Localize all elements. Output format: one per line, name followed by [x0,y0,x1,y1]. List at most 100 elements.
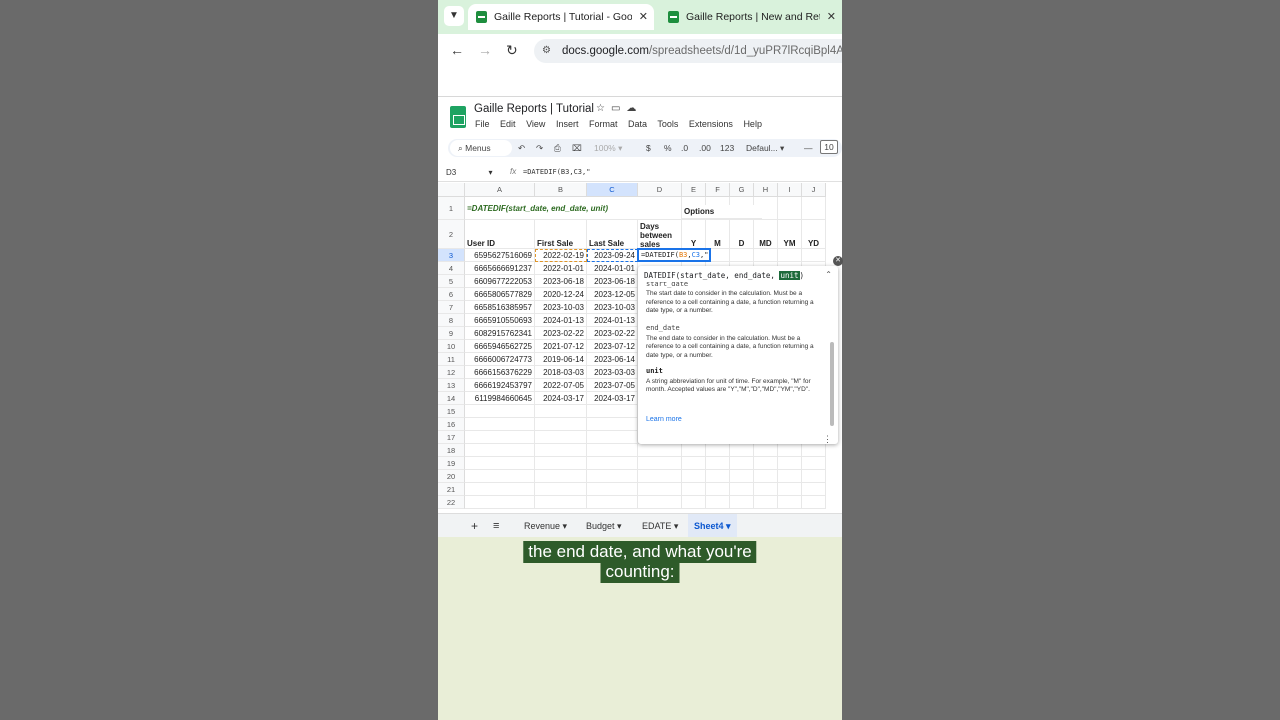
browser-tab-tutorial[interactable]: Gaille Reports | Tutorial - Goog ✕ [468,4,654,30]
grid-cell[interactable] [802,444,826,457]
grid-cell[interactable] [638,483,682,496]
row-header-2[interactable]: 2 [438,220,465,249]
close-help-icon[interactable]: ✕ [833,256,843,266]
font-select[interactable]: Defaul... ▾ [746,139,784,157]
chevron-down-icon[interactable]: ▾ [488,168,492,177]
cell-user-id[interactable]: 6666192453797 [465,379,535,392]
forward-arrow-icon[interactable]: → [478,42,492,58]
cell-first-sale[interactable]: 2023-06-18 [535,275,587,288]
paint-format-icon[interactable]: ⌧ [572,139,582,157]
cell-user-id[interactable]: 6666156376229 [465,366,535,379]
print-icon[interactable]: ⎙ [554,139,561,157]
select-all-corner[interactable] [438,183,465,197]
decrease-decimal-button[interactable]: .0 [681,139,688,157]
cell-user-id[interactable]: 6665806577829 [465,288,535,301]
grid-cell[interactable] [802,483,826,496]
cell-last-sale[interactable]: 2023-12-05 [587,288,638,301]
decrease-font-size-button[interactable]: — [804,139,813,157]
row-header-9[interactable]: 9 [438,327,465,340]
site-settings-icon[interactable]: ⚙ [542,39,551,63]
grid-cell[interactable] [587,431,638,444]
row-header-8[interactable]: 8 [438,314,465,327]
cell-user-id[interactable]: 6666006724773 [465,353,535,366]
header-user-id[interactable]: User ID [465,220,535,249]
close-tab-icon[interactable]: ✕ [639,4,648,30]
grid-cell[interactable] [778,483,802,496]
grid-cell[interactable] [730,496,754,509]
grid-cell[interactable] [706,457,730,470]
column-header-g[interactable]: G [730,183,754,197]
cell-first-sale[interactable]: 2023-02-22 [535,327,587,340]
grid-cell[interactable] [638,496,682,509]
increase-decimal-button[interactable]: .00 [699,139,711,157]
grid-cell[interactable] [778,470,802,483]
cell-user-id[interactable]: 6665910550693 [465,314,535,327]
zoom-select[interactable]: 100% ▾ [594,139,622,157]
column-header-h[interactable]: H [754,183,778,197]
grid-cell[interactable] [682,470,706,483]
cell-first-sale[interactable]: 2021-07-12 [535,340,587,353]
grid-cell[interactable] [587,496,638,509]
menu-edit[interactable]: Edit [500,119,516,129]
grid-cell[interactable] [535,483,587,496]
active-cell-editor[interactable]: =DATEDIF(B3,C3," [637,248,711,262]
sheet-tab-budget[interactable]: Budget ▾ [586,514,622,538]
menu-tools[interactable]: Tools [657,119,678,129]
grid-cell[interactable] [638,444,682,457]
name-box[interactable]: D3 ▾ [446,168,492,177]
row-header-18[interactable]: 18 [438,444,465,457]
grid-cell[interactable] [730,249,754,262]
cell-user-id[interactable]: 6609677222053 [465,275,535,288]
grid-cell[interactable] [465,496,535,509]
cell-last-sale[interactable]: 2023-03-03 [587,366,638,379]
option-unit-yd[interactable]: YD [802,220,826,249]
menu-help[interactable]: Help [743,119,762,129]
cell-first-sale[interactable]: 2018-03-03 [535,366,587,379]
menu-extensions[interactable]: Extensions [689,119,733,129]
more-options-icon[interactable]: ⋮ [823,434,832,444]
cell-last-sale[interactable]: 2023-10-03 [587,301,638,314]
column-header-b[interactable]: B [535,183,587,197]
menu-data[interactable]: Data [628,119,647,129]
row-header-17[interactable]: 17 [438,431,465,444]
grid-cell[interactable] [587,470,638,483]
currency-format-button[interactable]: $ [646,139,651,157]
cell-first-sale[interactable]: 2024-03-17 [535,392,587,405]
grid-cell[interactable] [638,457,682,470]
grid-cell[interactable] [706,470,730,483]
redo-icon[interactable]: ↷ [536,139,543,157]
grid-cell[interactable] [754,483,778,496]
header-days-between[interactable]: Days between sales [638,220,682,249]
grid-cell[interactable] [802,470,826,483]
grid-cell[interactable] [535,431,587,444]
column-header-c[interactable]: C [587,183,638,197]
learn-more-link[interactable]: Learn more [646,416,682,423]
sheet-tab-sheet4[interactable]: Sheet4 ▾ [688,514,737,538]
row-header-10[interactable]: 10 [438,340,465,353]
option-unit-y[interactable]: Y [682,220,706,249]
cell-user-id[interactable]: 6119984660645 [465,392,535,405]
column-header-a[interactable]: A [465,183,535,197]
grid-cell[interactable] [535,418,587,431]
cell-user-id[interactable]: 6658516385957 [465,301,535,314]
percent-format-button[interactable]: % [664,139,672,157]
grid-cell[interactable] [587,457,638,470]
tab-search-dropdown-icon[interactable]: ▼ [444,6,464,26]
grid-cell[interactable] [778,496,802,509]
doc-title[interactable]: Gaille Reports | Tutorial [474,103,594,115]
grid-cell[interactable] [802,249,826,262]
grid-cell[interactable] [465,457,535,470]
grid-cell[interactable] [802,457,826,470]
row-header-16[interactable]: 16 [438,418,465,431]
cell-last-sale[interactable]: 2024-03-17 [587,392,638,405]
grid-cell[interactable] [778,444,802,457]
cell-last-sale[interactable]: 2024-01-01 [587,262,638,275]
grid-cell[interactable] [754,457,778,470]
grid-cell[interactable] [706,483,730,496]
grid-cell[interactable] [587,418,638,431]
grid-cell[interactable] [730,483,754,496]
row-header-14[interactable]: 14 [438,392,465,405]
row-header-22[interactable]: 22 [438,496,465,509]
grid-cell[interactable] [465,418,535,431]
cell-last-sale[interactable]: 2023-09-24 [587,249,638,262]
